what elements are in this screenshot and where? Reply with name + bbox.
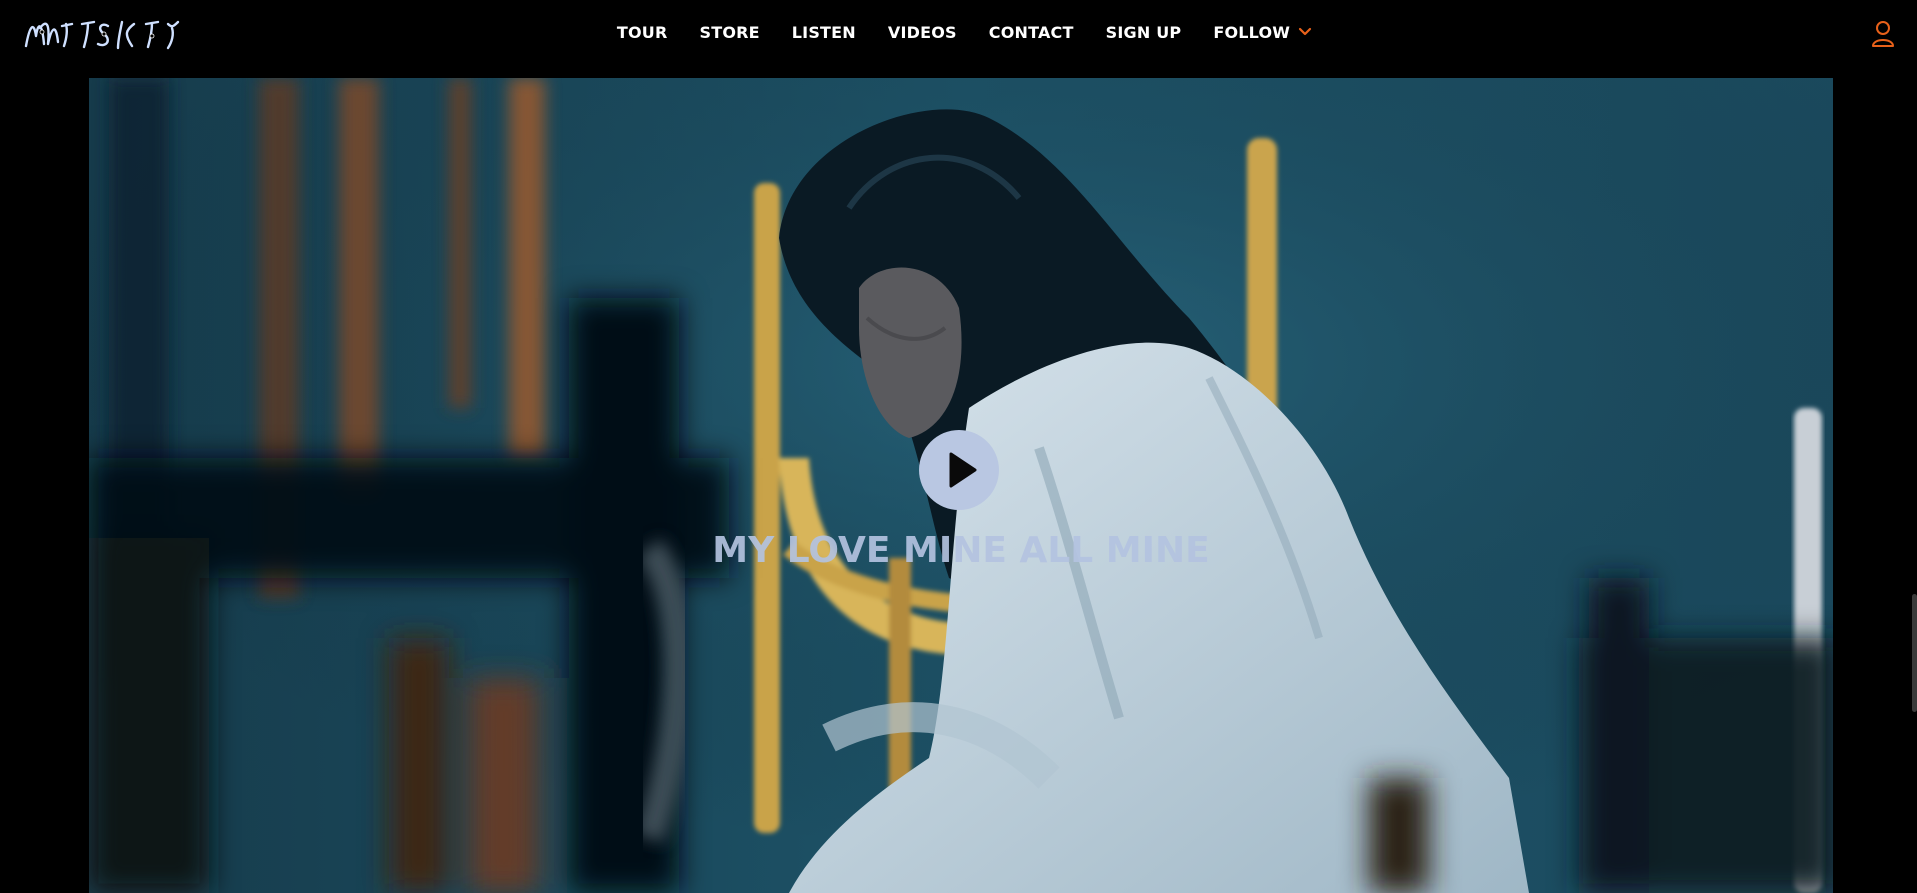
nav-videos[interactable]: VIDEOS bbox=[888, 23, 957, 42]
video-hero[interactable]: MY LOVE MINE ALL MINE bbox=[89, 78, 1833, 893]
nav-tour[interactable]: TOUR bbox=[617, 23, 668, 42]
user-icon[interactable] bbox=[1871, 20, 1895, 48]
nav-store[interactable]: STORE bbox=[699, 23, 759, 42]
nav-follow[interactable]: FOLLOW bbox=[1213, 23, 1312, 42]
video-title: MY LOVE MINE ALL MINE bbox=[712, 530, 1210, 571]
play-button[interactable] bbox=[919, 430, 999, 510]
main-nav: TOUR STORE LISTEN VIDEOS CONTACT SIGN UP… bbox=[0, 0, 1917, 64]
nav-contact[interactable]: CONTACT bbox=[989, 23, 1074, 42]
nav-listen[interactable]: LISTEN bbox=[792, 23, 856, 42]
nav-follow-label: FOLLOW bbox=[1213, 22, 1291, 42]
top-navigation-bar: TOUR STORE LISTEN VIDEOS CONTACT SIGN UP… bbox=[0, 0, 1917, 64]
chevron-down-icon bbox=[1299, 27, 1312, 36]
nav-sign-up[interactable]: SIGN UP bbox=[1106, 23, 1182, 42]
page-scrollbar[interactable] bbox=[1912, 594, 1917, 712]
play-icon bbox=[949, 452, 977, 488]
